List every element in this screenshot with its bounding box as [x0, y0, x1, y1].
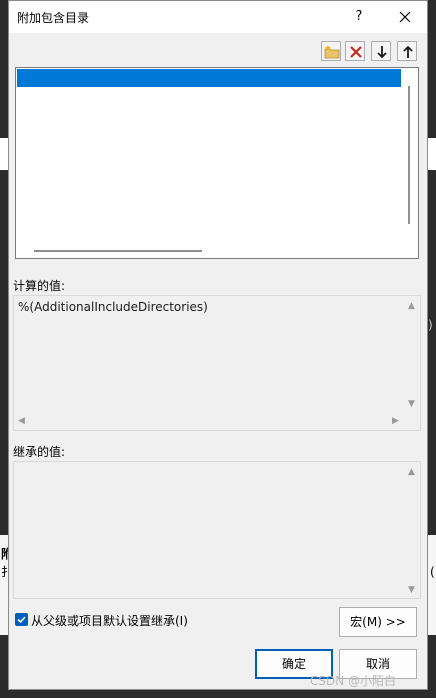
computed-value-box: %(AdditionalIncludeDirectories) ▲ ▼ ◀ ▶	[13, 295, 421, 431]
scroll-up-icon[interactable]: ▲	[408, 302, 415, 311]
scroll-down-icon[interactable]: ▼	[408, 586, 415, 595]
inherited-vertical-scrollbar[interactable]: ▲ ▼	[404, 462, 420, 598]
scroll-up-icon[interactable]: ▲	[408, 468, 415, 477]
include-directories-dialog: 附加包含目录 ? 计算的值: %(AdditionalIncludeDirect…	[8, 0, 428, 690]
macros-button[interactable]: 宏(M) >>	[339, 607, 417, 637]
inherited-value-label: 继承的值:	[13, 445, 66, 459]
close-icon	[399, 11, 411, 23]
inherited-value-box: ▲ ▼	[13, 461, 421, 599]
inherit-checkbox-label[interactable]: 从父级或项目默认设置继承(I)	[31, 612, 188, 629]
scroll-right-icon[interactable]: ▶	[392, 417, 399, 426]
new-line-icon	[324, 45, 340, 59]
scroll-down-icon[interactable]: ▼	[408, 400, 415, 409]
computed-value-label: 计算的值:	[13, 279, 66, 293]
scroll-left-icon[interactable]: ◀	[18, 417, 25, 426]
checkmark-icon	[17, 616, 26, 624]
new-line-button[interactable]	[321, 41, 341, 61]
move-up-button[interactable]	[397, 41, 417, 61]
help-button[interactable]: ?	[347, 5, 371, 29]
delete-button[interactable]	[345, 41, 365, 61]
computed-horizontal-scrollbar[interactable]: ◀ ▶	[14, 414, 404, 430]
watermark: CSDN @小陌白	[310, 674, 397, 688]
move-down-icon	[377, 46, 387, 59]
horizontal-scrollbar[interactable]	[34, 250, 202, 252]
dialog-title: 附加包含目录	[17, 11, 90, 25]
directory-list[interactable]	[15, 67, 419, 259]
vertical-scrollbar[interactable]	[408, 86, 410, 224]
move-down-button[interactable]	[371, 41, 391, 61]
inherit-checkbox[interactable]	[15, 613, 28, 626]
delete-icon	[350, 46, 362, 58]
computed-vertical-scrollbar[interactable]: ▲ ▼	[404, 296, 420, 414]
title-bar: 附加包含目录 ?	[9, 1, 427, 33]
close-button[interactable]	[393, 5, 417, 29]
background-text: (	[430, 565, 435, 579]
computed-value-text: %(AdditionalIncludeDirectories)	[18, 300, 208, 314]
background-text: )	[428, 318, 433, 332]
move-up-icon	[403, 45, 413, 58]
list-item[interactable]	[17, 69, 401, 87]
